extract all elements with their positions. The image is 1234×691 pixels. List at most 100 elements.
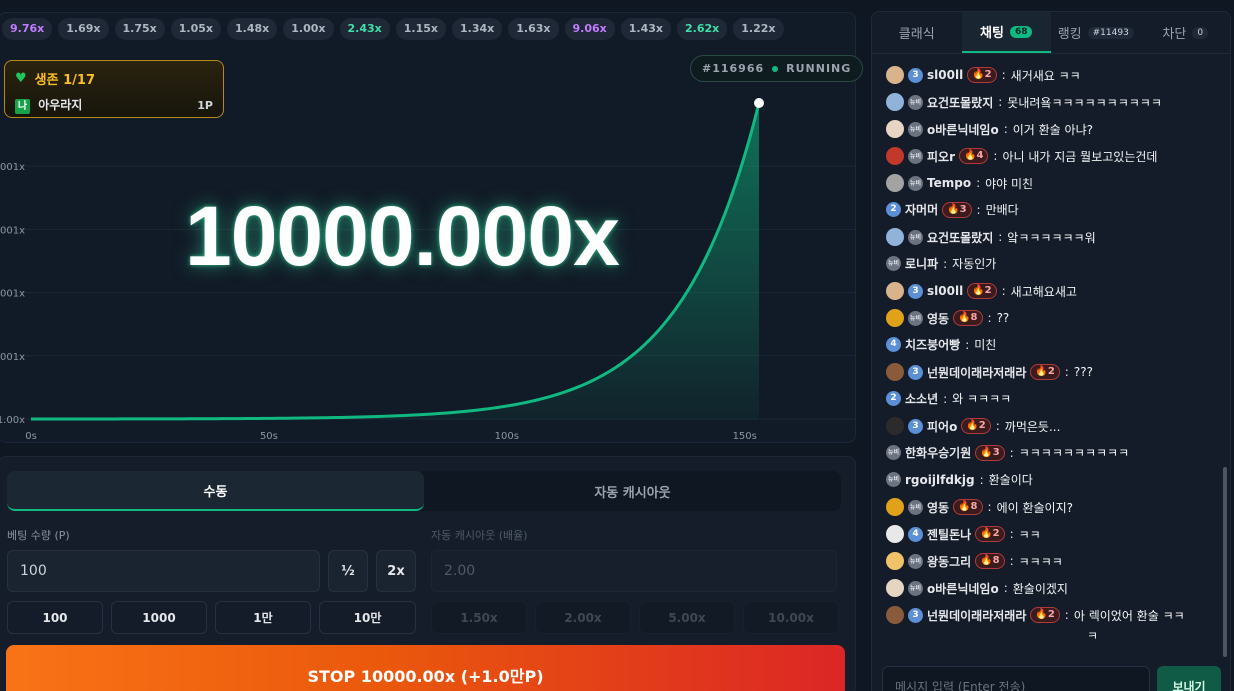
- quick-auto-1000[interactable]: 10.00x: [743, 601, 839, 634]
- stop-cashout-button[interactable]: STOP 10000.00x (+1.0만P): [6, 645, 845, 691]
- user-level-badge: 3: [908, 607, 923, 623]
- quick-auto-500[interactable]: 5.00x: [639, 601, 735, 634]
- chat-text-wrap: ㅋ: [1087, 629, 1099, 643]
- avatar: [886, 417, 904, 435]
- chat-nickname[interactable]: 피오r: [927, 148, 955, 165]
- user-level-badge: 뉴비: [886, 445, 901, 460]
- chat-input[interactable]: 메시지 입력 (Enter 전송): [882, 666, 1150, 691]
- chat-nickname[interactable]: 영동: [927, 499, 949, 516]
- chat-nickname[interactable]: 자머머: [905, 201, 938, 218]
- quick-bet-100[interactable]: 100: [7, 601, 103, 634]
- chat-message: 뉴비 요건또몰랐지: 못내려욬ㅋㅋㅋㅋㅋㅋㅋㅋㅋㅋ: [886, 93, 1162, 111]
- chat-message: 3 피어o 🔥2: 까먹은듯...: [886, 417, 1060, 435]
- tab-manual[interactable]: 수동: [7, 471, 424, 511]
- chat-nickname[interactable]: sl00ll: [927, 284, 963, 298]
- history-chip: 1.69x: [58, 18, 109, 40]
- tab-ranking[interactable]: 랭킹 #11493: [1051, 12, 1141, 53]
- send-button[interactable]: 보내기: [1157, 666, 1221, 691]
- quick-auto-150[interactable]: 1.50x: [431, 601, 527, 634]
- streak-badge: 🔥2: [1030, 607, 1060, 623]
- half-bet-button[interactable]: ½: [328, 550, 368, 592]
- chat-nickname[interactable]: 넌뭔데이래라저래라: [927, 607, 1026, 624]
- chat-message: 3 sl00ll 🔥2: 새고해요새고: [886, 282, 1077, 300]
- chat-message: 뉴비 o바른닉네임o: 환술이겠지: [886, 579, 1068, 597]
- chat-text: 환술이다: [988, 473, 1033, 487]
- auto-cashout-input[interactable]: 2.00: [431, 550, 837, 592]
- user-level-badge: 3: [908, 283, 923, 299]
- round-status: RUNNING: [786, 62, 852, 75]
- chat-nickname[interactable]: 한화우승기원: [905, 444, 971, 461]
- quick-bet-1000[interactable]: 1000: [111, 601, 207, 634]
- separator: :: [1009, 527, 1014, 541]
- chat-nickname[interactable]: 소소년: [905, 390, 938, 407]
- avatar: [886, 525, 904, 543]
- tab-chat[interactable]: 채팅 68: [961, 12, 1051, 53]
- chat-text: 이거 환술 아냐?: [1012, 122, 1093, 137]
- quick-bet-10k[interactable]: 1만: [215, 601, 311, 634]
- separator: :: [1064, 365, 1069, 379]
- avatar: [886, 282, 904, 300]
- streak-badge: 🔥2: [967, 283, 997, 299]
- tab-classic[interactable]: 클래식: [872, 12, 962, 53]
- avatar: [886, 309, 904, 327]
- chat-nickname[interactable]: rgoijlfdkjg: [905, 473, 975, 487]
- user-level-badge: 뉴비: [908, 310, 923, 326]
- user-level-badge: 뉴비: [886, 256, 901, 271]
- survivor-name: 아우라지: [38, 98, 83, 112]
- history-chip: 1.05x: [170, 18, 221, 40]
- chat-nickname[interactable]: 요건또몰랐지: [927, 229, 993, 246]
- separator: :: [1001, 68, 1006, 82]
- separator: :: [998, 230, 1003, 244]
- tab-auto-cashout[interactable]: 자동 캐시아웃: [424, 471, 841, 511]
- chat-nickname[interactable]: o바른닉네임o: [927, 580, 999, 597]
- chat-message: 3 sl00ll 🔥2: 새거새요 ㅋㅋ: [886, 66, 1081, 84]
- chat-scrollbar[interactable]: [1223, 467, 1227, 657]
- chat-nickname[interactable]: sl00ll: [927, 68, 963, 82]
- chat-nickname[interactable]: 넌뭔데이래라저래라: [927, 364, 1026, 381]
- y-tick-label: 1.00x: [0, 415, 25, 426]
- streak-badge: 🔥2: [1030, 364, 1060, 380]
- history-chip: 1.00x: [283, 18, 334, 40]
- chat-message: 뉴비 rgoijlfdkjg: 환술이다: [886, 471, 1033, 488]
- chat-text: 까먹은듯...: [1004, 419, 1061, 434]
- chat-nickname[interactable]: 로니파: [905, 255, 938, 272]
- quick-auto-200[interactable]: 2.00x: [535, 601, 631, 634]
- round-history: 9.76x 1.69x 1.75x 1.05x 1.48x 1.00x 2.43x 1.15x…: [0, 18, 784, 40]
- user-level-badge: 뉴비: [908, 499, 923, 515]
- x-tick-label: 50s: [260, 431, 278, 442]
- chat-message: 뉴비 피오r 🔥4: 아니 내가 지금 뭘보고있는건데: [886, 147, 1157, 165]
- chat-message: 3 넌뭔데이래라저래라 🔥2:???: [886, 363, 1093, 381]
- history-chip: 1.34x: [452, 18, 503, 40]
- streak-badge: 🔥2: [967, 67, 997, 83]
- chat-tabs: 클래식 채팅 68 랭킹 #11493 차단 0: [872, 12, 1230, 54]
- chat-text: ㅋㅋㅋㅋㅋㅋㅋㅋㅋㅋ: [1018, 446, 1130, 460]
- bet-amount-input[interactable]: 100: [7, 550, 320, 592]
- chat-text: 만배다: [985, 203, 1019, 217]
- chat-nickname[interactable]: 치즈붕어빵: [905, 336, 960, 353]
- history-chip: 1.22x: [733, 18, 784, 40]
- level-badge: 나: [15, 99, 30, 114]
- user-level-badge: 3: [908, 418, 923, 434]
- running-dot-icon: [772, 65, 779, 72]
- chat-nickname[interactable]: 요건또몰랐지: [927, 94, 993, 111]
- chat-message: 뉴비 왕동그리 🔥8: ㅋㅋㅋㅋ: [886, 552, 1063, 570]
- tab-blocked[interactable]: 차단 0: [1141, 12, 1231, 53]
- round-id: #116966: [702, 62, 765, 75]
- chat-text: 야야 미친: [985, 176, 1034, 191]
- user-level-badge: 뉴비: [908, 229, 923, 245]
- double-bet-button[interactable]: 2x: [376, 550, 416, 592]
- quick-bet-100k[interactable]: 10만: [319, 601, 416, 634]
- chat-nickname[interactable]: o바른닉네임o: [927, 121, 999, 138]
- chat-nickname[interactable]: 왕동그리: [927, 553, 971, 570]
- chat-nickname[interactable]: Tempo: [927, 176, 971, 190]
- chat-text: 못내려욬ㅋㅋㅋㅋㅋㅋㅋㅋㅋㅋ: [1007, 95, 1162, 110]
- chat-panel: 클래식 채팅 68 랭킹 #11493 차단 0 3 sl00ll 🔥2: 새거새요 …: [871, 11, 1231, 691]
- x-tick-label: 100s: [495, 431, 519, 442]
- chat-message: 4 치즈붕어빵: 미친: [886, 336, 996, 353]
- history-chip: 2.62x: [677, 18, 728, 40]
- chat-nickname[interactable]: 피어o: [927, 418, 957, 435]
- crash-game-app: 1.00x 2001x 4001x 6001x 8001x 0s 50s 100s 150s 9…: [0, 0, 1234, 691]
- chat-nickname[interactable]: 영동: [927, 310, 949, 327]
- tab-label: 채팅: [980, 26, 1004, 41]
- chat-nickname[interactable]: 젠틸돈나: [927, 526, 971, 543]
